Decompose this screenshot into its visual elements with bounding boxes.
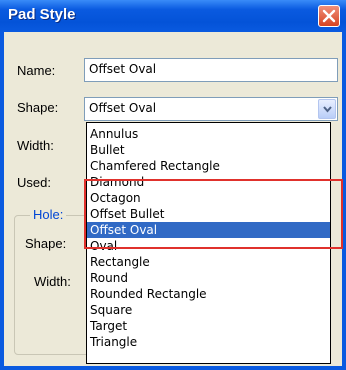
dropdown-option-annulus[interactable]: Annulus	[87, 126, 330, 142]
used-label: Used:	[17, 175, 51, 190]
dropdown-option-chamfered-rectangle[interactable]: Chamfered Rectangle	[87, 158, 330, 174]
shape-dropdown-list[interactable]: Annulus Bullet Chamfered Rectangle Diamo…	[86, 122, 331, 364]
name-label: Name:	[17, 63, 56, 78]
window-title: Pad Style	[8, 6, 76, 23]
hole-width-label: Width:	[34, 274, 71, 289]
title-bar[interactable]: Pad Style	[0, 0, 346, 32]
dropdown-option-offset-bullet[interactable]: Offset Bullet	[87, 206, 330, 222]
dropdown-option-diamond[interactable]: Diamond	[87, 174, 330, 190]
dropdown-option-square[interactable]: Square	[87, 302, 330, 318]
close-button[interactable]	[318, 5, 340, 27]
shape-combobox[interactable]: Offset Oval	[84, 97, 338, 121]
dropdown-option-octagon[interactable]: Octagon	[87, 190, 330, 206]
hole-group-label: Hole:	[30, 207, 67, 222]
dropdown-option-triangle[interactable]: Triangle	[87, 334, 330, 350]
dropdown-option-target[interactable]: Target	[87, 318, 330, 334]
chevron-down-icon	[323, 106, 332, 113]
dropdown-option-offset-oval[interactable]: Offset Oval	[87, 222, 330, 238]
dropdown-option-oval[interactable]: Oval	[87, 238, 330, 254]
shape-label: Shape:	[17, 100, 59, 115]
shape-combobox-value: Offset Oval	[89, 101, 157, 115]
hole-shape-label: Shape:	[25, 236, 67, 251]
name-input[interactable]: Offset Oval	[84, 58, 338, 82]
dropdown-option-rectangle[interactable]: Rectangle	[87, 254, 330, 270]
dropdown-option-rounded-rectangle[interactable]: Rounded Rectangle	[87, 286, 330, 302]
close-icon	[322, 9, 336, 23]
width-label: Width:	[17, 138, 54, 153]
dropdown-option-round[interactable]: Round	[87, 270, 330, 286]
shape-combobox-button[interactable]	[318, 99, 336, 119]
dropdown-option-bullet[interactable]: Bullet	[87, 142, 330, 158]
